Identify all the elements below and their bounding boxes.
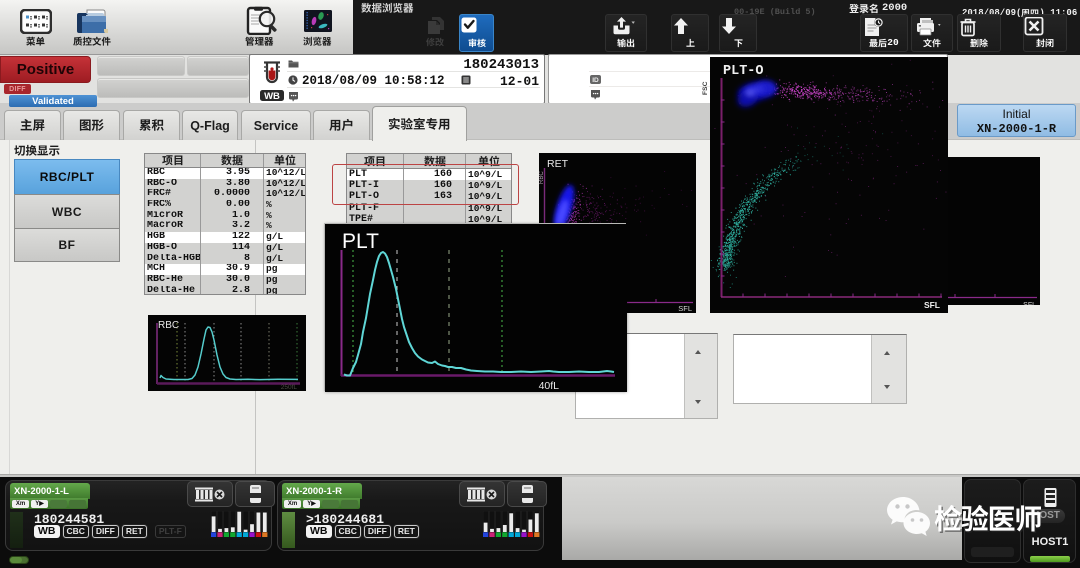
svg-text:PLT-O: PLT-O xyxy=(723,64,764,79)
svg-text:SFL: SFL xyxy=(1023,302,1036,305)
svg-text:WB: WB xyxy=(264,91,280,102)
svg-text:40fL: 40fL xyxy=(539,380,560,392)
svg-text:PLT: PLT xyxy=(342,230,379,253)
svg-text:RET: RET xyxy=(547,158,569,170)
svg-text:250fL: 250fL xyxy=(281,384,298,391)
svg-text:RBC: RBC xyxy=(539,171,545,184)
svg-text:ID: ID xyxy=(592,77,599,84)
svg-text:SFL: SFL xyxy=(924,300,940,310)
svg-text:SFL: SFL xyxy=(678,304,692,313)
svg-text:RBC: RBC xyxy=(158,320,179,331)
